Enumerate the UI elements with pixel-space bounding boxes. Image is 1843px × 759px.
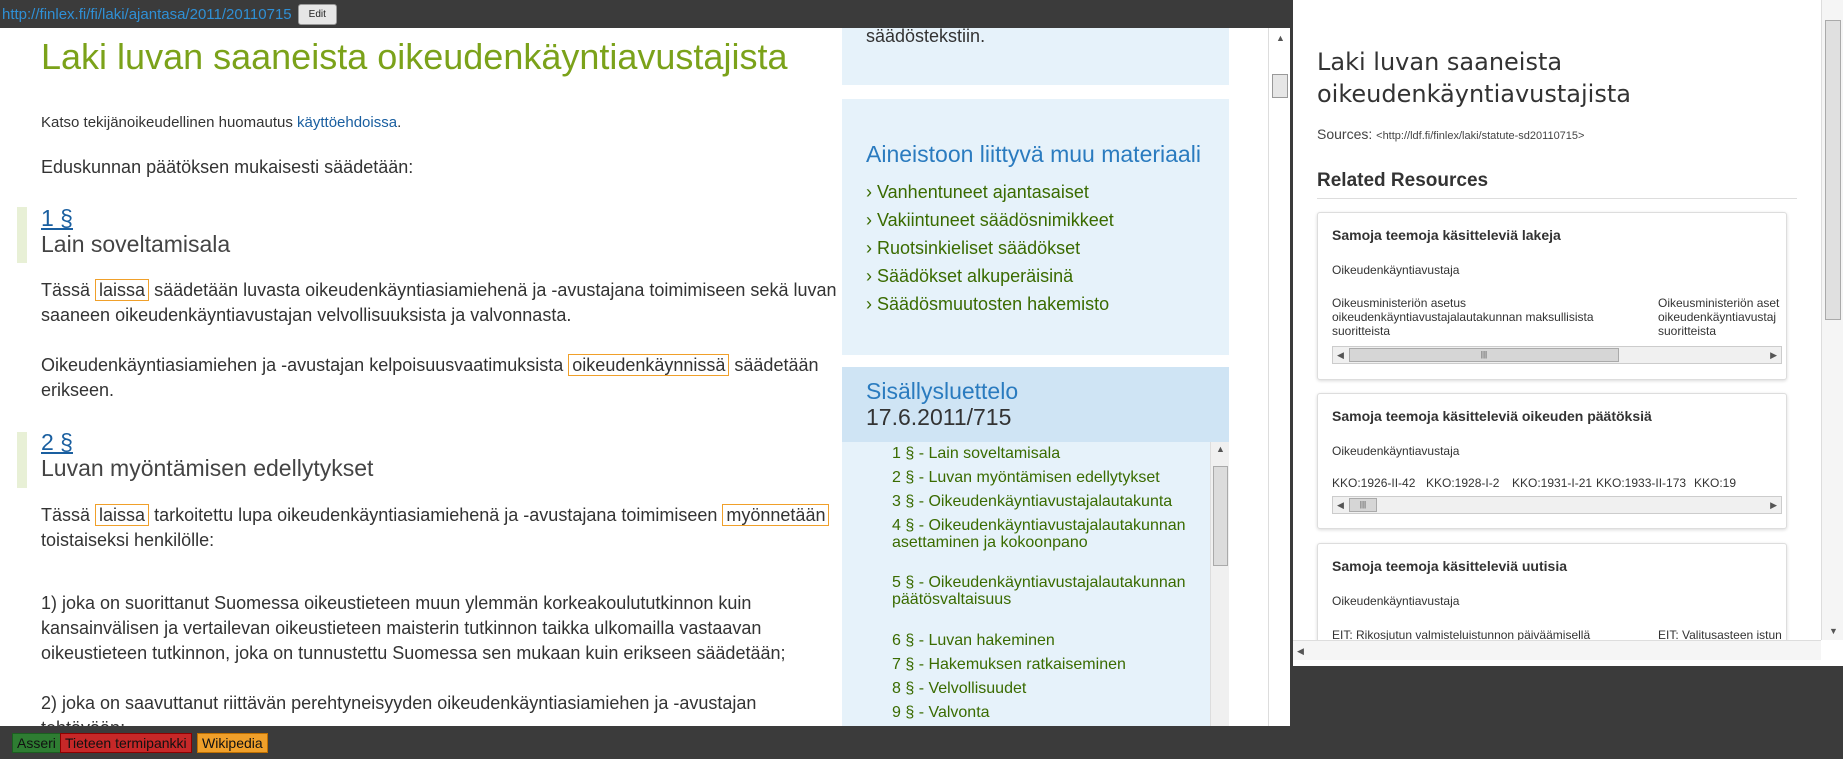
related-heading: Related Resources [1317, 170, 1797, 199]
section-marker [17, 207, 27, 263]
scroll-down-icon[interactable]: ▼ [1829, 626, 1838, 636]
asseri-tag[interactable]: Asseri [12, 733, 61, 753]
article-content: Laki luvan saaneista oikeudenkäyntiavust… [0, 28, 836, 726]
wikipedia-tag[interactable]: Wikipedia [197, 733, 268, 753]
scroll-left-icon[interactable]: ◀ [1337, 350, 1344, 361]
material-link[interactable]: › Säädökset alkuperäisinä [866, 266, 1114, 294]
sources-uri[interactable]: <http://ldf.fi/finlex/laki/statute-sd201… [1376, 130, 1584, 142]
card-title: Samoja teemoja käsitteleviä lakeja [1332, 227, 1561, 243]
card-scroll-thumb[interactable]: ||| [1349, 348, 1619, 362]
toc-date: 17.6.2011/715 [866, 404, 1012, 430]
section-1-title: Lain soveltamisala [41, 231, 231, 257]
toc-item[interactable]: 3 § - Oikeudenkäyntiavustajalautakunta [892, 493, 1192, 510]
toc-list: 1 § - Lain soveltamisala 2 § - Luvan myö… [842, 442, 1210, 726]
toc-header: Sisällysluettelo 17.6.2011/715 [842, 367, 1229, 442]
card-subtitle: Oikeudenkäyntiavustaja [1332, 263, 1460, 277]
section-marker [17, 432, 27, 488]
material-link[interactable]: › Säädösmuutosten hakemisto [866, 294, 1114, 322]
term-highlight[interactable]: laissa [95, 504, 150, 526]
section-2-link[interactable]: 2 § [41, 429, 73, 456]
sources-label: Sources: [1317, 126, 1377, 142]
sidebar-top-text: säädöstekstiin. [866, 28, 986, 46]
page-url[interactable]: http://finlex.fi/fi/laki/ajantasa/2011/2… [0, 6, 292, 23]
card-title: Samoja teemoja käsitteleviä uutisia [1332, 558, 1567, 574]
decision-item[interactable]: KKO:1928-I-2 [1426, 476, 1499, 490]
toc-scrollbar[interactable]: ▲ [1210, 442, 1229, 726]
related-card-decisions: Samoja teemoja käsitteleviä oikeuden pää… [1317, 393, 1787, 529]
notice-text: Katso tekijänoikeudellinen huomautus [41, 114, 298, 131]
toc-item[interactable]: 8 § - Velvollisuudet [892, 680, 1192, 697]
sources-line: Sources: <http://ldf.fi/finlex/laki/stat… [1317, 126, 1584, 142]
related-card-laws: Samoja teemoja käsitteleviä lakeja Oikeu… [1317, 212, 1787, 380]
material-links: › Vanhentuneet ajantasaiset › Vakiintune… [866, 182, 1114, 322]
related-panel: Laki luvan saaneista oikeudenkäyntiavust… [1290, 0, 1843, 666]
termipankki-tag[interactable]: Tieteen termipankki [60, 733, 192, 753]
material-box: Aineistoon liittyvä muu materiaali › Van… [842, 99, 1229, 355]
url-bar: http://finlex.fi/fi/laki/ajantasa/2011/2… [0, 0, 1290, 28]
section-2-title: Luvan myöntämisen edellytykset [41, 455, 374, 481]
edit-button[interactable]: Edit [297, 3, 337, 25]
page-frame: Laki luvan saaneista oikeudenkäyntiavust… [0, 28, 1290, 726]
material-link[interactable]: › Vakiintuneet säädösnimikkeet [866, 210, 1114, 238]
section-1-paragraph-2: Oikeudenkäyntiasiamiehen ja -avustajan k… [41, 354, 819, 400]
card-subtitle: Oikeudenkäyntiavustaja [1332, 444, 1460, 458]
page-title: Laki luvan saaneista oikeudenkäyntiavust… [41, 36, 788, 77]
term-highlight[interactable]: oikeudenkäynnissä [568, 354, 730, 376]
toc-item[interactable]: 2 § - Luvan myöntämisen edellytykset [892, 469, 1192, 486]
scroll-up-icon[interactable]: ▲ [1216, 444, 1225, 454]
terms-link[interactable]: käyttöehdoissa [297, 114, 397, 131]
toc-item[interactable]: 1 § - Lain soveltamisala [892, 445, 1192, 462]
scroll-right-icon[interactable]: ▶ [1770, 500, 1777, 511]
card-hscrollbar[interactable]: ◀ ||| ▶ [1332, 496, 1782, 514]
related-law-item[interactable]: Oikeusministeriön asetus oikeudenkäyntia… [1332, 296, 1642, 338]
material-link[interactable]: › Vanhentuneet ajantasaiset [866, 182, 1114, 210]
enactment-clause: Eduskunnan päätöksen mukaisesti säädetää… [41, 157, 414, 177]
related-law-item[interactable]: Oikeusministeriön aset oikeudenkäyntiavu… [1658, 296, 1786, 338]
notice-suffix: . [397, 114, 402, 131]
panel-hscrollbar[interactable]: ◀ [1293, 640, 1821, 660]
scroll-left-icon[interactable]: ◀ [1337, 500, 1344, 511]
material-link[interactable]: › Ruotsinkieliset säädökset [866, 238, 1114, 266]
toc-scroll-thumb[interactable] [1213, 466, 1228, 566]
term-highlight[interactable]: myönnetään [722, 504, 830, 526]
panel-scroll-thumb[interactable] [1825, 20, 1841, 320]
scroll-right-icon[interactable]: ▶ [1770, 350, 1777, 361]
section-2-item-1: 1) joka on suorittanut Suomessa oikeusti… [41, 593, 786, 663]
toc-item[interactable]: 9 § - Valvonta [892, 704, 1192, 721]
card-subtitle: Oikeudenkäyntiavustaja [1332, 594, 1460, 608]
decision-item[interactable]: KKO:1933-II-173 [1596, 476, 1686, 490]
page-scrollbar[interactable]: ▲ [1268, 28, 1290, 726]
decision-item[interactable]: KKO:1931-I-21 [1512, 476, 1592, 490]
toc-item[interactable]: 4 § - Oikeudenkäyntiavustajalautakunnan … [892, 517, 1192, 551]
copyright-notice: Katso tekijänoikeudellinen huomautus käy… [41, 110, 401, 135]
decision-item[interactable]: KKO:1926-II-42 [1332, 476, 1415, 490]
toc-item[interactable]: 6 § - Luvan hakeminen [892, 632, 1192, 649]
material-heading: Aineistoon liittyvä muu materiaali [866, 141, 1201, 167]
scroll-left-icon[interactable]: ◀ [1297, 646, 1304, 657]
section-2-paragraph-1: Tässä laissa tarkoitettu lupa oikeudenkä… [41, 503, 841, 553]
toc-item[interactable]: 7 § - Hakemuksen ratkaiseminen [892, 656, 1192, 673]
card-scroll-thumb[interactable]: ||| [1349, 498, 1377, 512]
card-hscrollbar[interactable]: ◀ ||| ▶ [1332, 346, 1782, 364]
toc-item[interactable]: 5 § - Oikeudenkäyntiavustajalautakunnan … [892, 574, 1192, 608]
related-card-news: Samoja teemoja käsitteleviä uutisia Oike… [1317, 543, 1787, 643]
toc-heading: Sisällysluettelo [866, 378, 1019, 404]
bottom-toolbar: Asseri Tieteen termipankki Wikipedia [0, 726, 1843, 759]
sidebar-top-box: säädöstekstiin. [842, 28, 1229, 85]
panel-scrollbar[interactable]: ▼ [1821, 0, 1843, 640]
section-1-link[interactable]: 1 § [41, 205, 73, 232]
page-scroll-thumb[interactable] [1272, 74, 1288, 98]
term-highlight[interactable]: laissa [95, 279, 150, 301]
panel-title: Laki luvan saaneista oikeudenkäyntiavust… [1317, 48, 1631, 108]
decision-item[interactable]: KKO:19 [1694, 476, 1736, 490]
scroll-up-icon[interactable]: ▲ [1276, 33, 1285, 43]
section-2-item-2: 2) joka on saavuttanut riittävän perehty… [41, 693, 757, 726]
card-title: Samoja teemoja käsitteleviä oikeuden pää… [1332, 408, 1652, 424]
section-1-paragraph-1: Tässä laissa säädetään luvasta oikeudenk… [41, 279, 837, 325]
